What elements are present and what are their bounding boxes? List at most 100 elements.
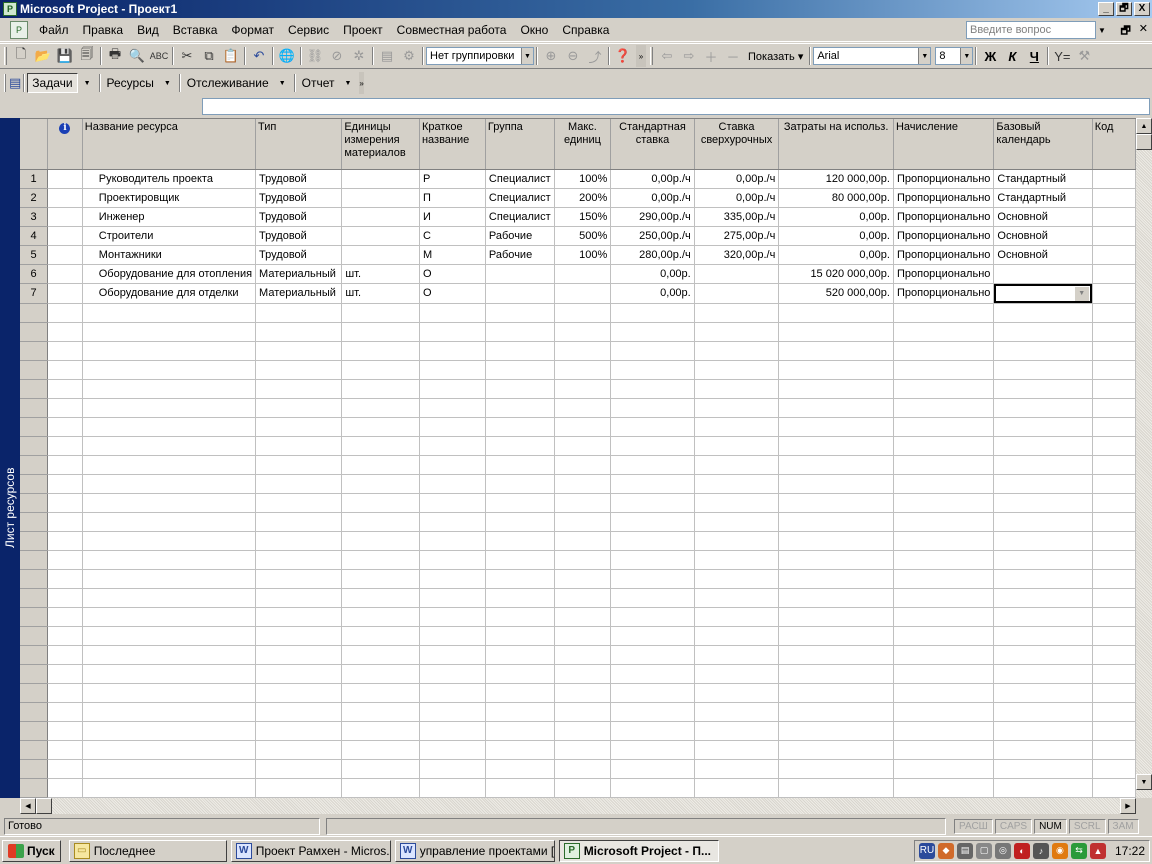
disk-icon[interactable]: ◎	[994, 842, 1011, 859]
cell-cost[interactable]	[778, 550, 894, 570]
cell-type[interactable]	[255, 569, 343, 589]
cell-type[interactable]: Трудовой	[255, 226, 343, 246]
cell-units[interactable]: шт.	[341, 283, 420, 304]
table-row[interactable]	[20, 626, 1136, 646]
table-row[interactable]	[20, 398, 1136, 418]
cell-units[interactable]	[341, 550, 420, 570]
cell-code[interactable]	[1092, 226, 1136, 246]
cell-accrue[interactable]: Пропорционально	[893, 169, 995, 189]
document-icon[interactable]: P	[10, 20, 28, 39]
cell-calendar[interactable]	[993, 759, 1093, 779]
cell-calendar[interactable]	[993, 778, 1093, 798]
cell-type[interactable]	[255, 474, 343, 494]
cell-short[interactable]	[419, 398, 486, 418]
indicator-cell[interactable]	[47, 226, 83, 246]
chevron-down-icon[interactable]: ▼	[78, 80, 97, 87]
cell-name[interactable]	[82, 303, 257, 323]
arrow-left-icon[interactable]: ⇦	[656, 45, 678, 67]
cell-calendar[interactable]	[993, 626, 1093, 646]
save-workspace-icon[interactable]: 🗐	[76, 45, 98, 67]
cell-ovt[interactable]	[694, 379, 780, 399]
cell-cost[interactable]	[778, 664, 894, 684]
cell-max[interactable]	[554, 283, 612, 304]
cell-group[interactable]	[485, 264, 555, 284]
cell-code[interactable]	[1092, 683, 1136, 703]
cell-cost[interactable]	[778, 531, 894, 551]
table-row[interactable]	[20, 721, 1136, 741]
split-task-icon[interactable]: ✲	[348, 45, 370, 67]
menu-edit[interactable]: Правка	[76, 23, 131, 37]
cell-type[interactable]	[255, 778, 343, 798]
open-folder-icon[interactable]: 📂	[32, 45, 54, 67]
cell-short[interactable]	[419, 379, 486, 399]
cell-calendar[interactable]	[993, 264, 1093, 284]
cell-std[interactable]	[610, 303, 695, 323]
indicator-cell[interactable]	[47, 360, 83, 380]
column-header-material-units[interactable]: Единицы измерения материалов	[341, 119, 420, 170]
cell-std[interactable]	[610, 778, 695, 798]
cell-code[interactable]	[1092, 702, 1136, 722]
cell-group[interactable]	[485, 569, 555, 589]
cell-group[interactable]	[485, 759, 555, 779]
row-number[interactable]	[20, 303, 49, 323]
chevron-down-icon[interactable]: ▼	[273, 80, 292, 87]
cell-name[interactable]	[82, 341, 257, 361]
hyperlink-icon[interactable]: 🌐	[276, 45, 298, 67]
cell-std[interactable]: 0,00р.	[610, 264, 695, 284]
cell-std[interactable]	[610, 607, 695, 627]
cell-ovt[interactable]	[694, 264, 780, 284]
cell-calendar[interactable]: Стандартный	[993, 188, 1093, 208]
cell-short[interactable]	[419, 702, 486, 722]
vertical-scrollbar[interactable]: ▲ ▼	[1136, 118, 1152, 798]
cell-units[interactable]	[341, 322, 420, 342]
browser-icon[interactable]: ◉	[1051, 842, 1068, 859]
row-number[interactable]	[20, 588, 49, 608]
cell-std[interactable]	[610, 417, 695, 437]
cell-short[interactable]: Р	[419, 169, 486, 189]
cell-cost[interactable]	[778, 759, 894, 779]
cell-name[interactable]	[82, 379, 257, 399]
cell-calendar[interactable]: Стандартный	[993, 169, 1093, 189]
cell-units[interactable]	[341, 683, 420, 703]
cell-type[interactable]	[255, 550, 343, 570]
cell-type[interactable]	[255, 607, 343, 627]
cell-ovt[interactable]	[694, 417, 780, 437]
cell-code[interactable]	[1092, 436, 1136, 456]
cell-accrue[interactable]	[893, 531, 995, 551]
row-number[interactable]	[20, 474, 49, 494]
cell-ovt[interactable]	[694, 702, 780, 722]
toolbar-options-icon[interactable]: »	[359, 72, 364, 94]
ask-dropdown-icon[interactable]: ▼	[1096, 21, 1108, 39]
cell-accrue[interactable]	[893, 398, 995, 418]
cell-name[interactable]: Проектировщик	[82, 188, 257, 208]
table-row[interactable]	[20, 360, 1136, 380]
cell-units[interactable]	[341, 759, 420, 779]
cell-calendar[interactable]	[993, 721, 1093, 741]
menu-project[interactable]: Проект	[336, 23, 390, 37]
cell-ovt[interactable]	[694, 569, 780, 589]
cell-units[interactable]	[341, 417, 420, 437]
cell-short[interactable]	[419, 436, 486, 456]
row-number[interactable]	[20, 626, 49, 646]
column-header-group[interactable]: Группа	[485, 119, 555, 170]
paste-icon[interactable]: 📋	[220, 45, 242, 67]
cell-group[interactable]	[485, 550, 555, 570]
cell-max[interactable]	[554, 474, 612, 494]
cell-units[interactable]	[341, 379, 420, 399]
cell-ovt[interactable]	[694, 322, 780, 342]
cell-cost[interactable]	[778, 360, 894, 380]
cell-accrue[interactable]	[893, 569, 995, 589]
goto-task-icon[interactable]: ⤴	[584, 45, 606, 67]
cell-ovt[interactable]	[694, 455, 780, 475]
cell-calendar[interactable]	[993, 702, 1093, 722]
table-row[interactable]: 2 Проектировщик Трудовой П Специалист 200% 0,0…	[20, 188, 1136, 208]
scroll-down-icon[interactable]: ▼	[1136, 774, 1152, 790]
indicator-cell[interactable]	[47, 493, 83, 513]
indicator-cell[interactable]	[47, 645, 83, 665]
cell-std[interactable]	[610, 569, 695, 589]
cell-group[interactable]	[485, 417, 555, 437]
cell-ovt[interactable]: 275,00р./ч	[694, 226, 780, 246]
cell-accrue[interactable]	[893, 683, 995, 703]
antivirus-icon[interactable]: ◐	[1013, 842, 1030, 859]
table-row[interactable]	[20, 740, 1136, 760]
